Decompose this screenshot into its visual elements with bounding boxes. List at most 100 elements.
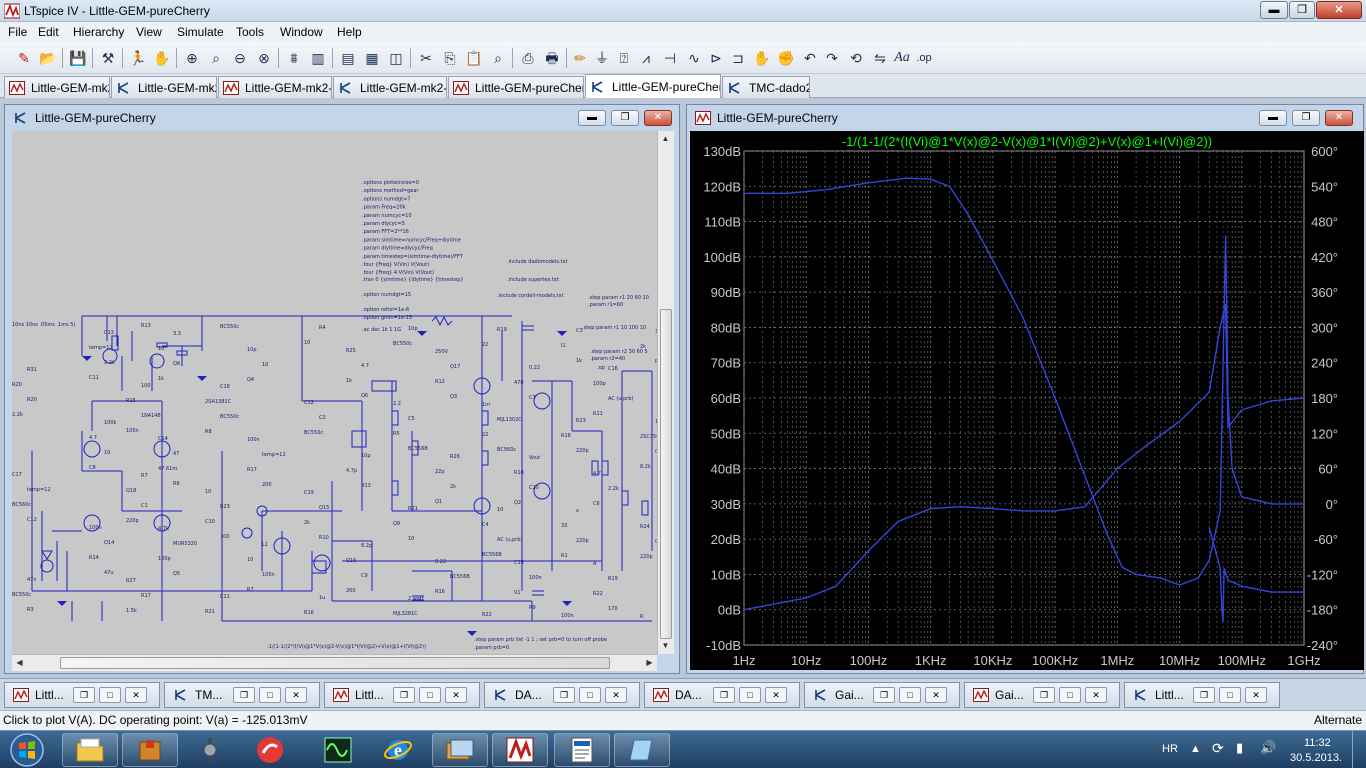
capacitor-icon[interactable]: ⊣ <box>660 48 680 68</box>
spice-directive[interactable]: .step param r1 10 100 10 <box>582 325 646 331</box>
waveform-restore-button[interactable]: ❐ <box>1292 110 1320 126</box>
maximize-button[interactable]: □ <box>579 687 601 703</box>
show-desktop-button[interactable] <box>1352 731 1366 768</box>
schematic-vertical-scrollbar[interactable]: ▲ ▼ <box>657 131 674 654</box>
fft-icon[interactable]: ▥ <box>308 48 328 68</box>
redo-icon[interactable]: ↷ <box>822 48 842 68</box>
start-button[interactable] <box>4 731 50 768</box>
resistor-icon[interactable]: ⩘ <box>636 48 656 68</box>
menu-edit[interactable]: Edit <box>34 24 63 40</box>
tile-vertical-icon[interactable]: ▦ <box>362 48 382 68</box>
taskbar-explorer-button[interactable] <box>62 733 118 767</box>
zoom-out-icon[interactable]: ⊖ <box>230 48 250 68</box>
text-icon[interactable]: Aa <box>892 48 912 68</box>
spice-directive[interactable]: .param Freq=20k <box>362 205 406 211</box>
minimize-button[interactable]: ▬ <box>1260 1 1288 19</box>
tab-tmc-dado2[interactable]: TMC-dado2 <box>722 76 810 98</box>
spice-directive[interactable]: .four {Freq} V(Vin) V(Vout) <box>362 262 429 268</box>
maximize-button[interactable]: □ <box>739 687 761 703</box>
taskbar-app-button[interactable] <box>614 733 670 767</box>
diode-icon[interactable]: ⊳ <box>706 48 726 68</box>
tab-little-gem-mk2[interactable]: Little-GEM-mk2 <box>4 76 110 98</box>
maximize-button[interactable]: □ <box>899 687 921 703</box>
restore-button[interactable]: ❐ <box>1289 1 1315 19</box>
schematic-restore-button[interactable]: ❐ <box>611 110 639 126</box>
chart-title[interactable]: -1/(1-1/(2*(I(Vi)@1*V(x)@2-V(x)@1*I(Vi)@… <box>842 134 1212 149</box>
spice-directive[interactable]: .step param prb list -1 1 ; set prb=0 to… <box>474 637 607 643</box>
maximize-button[interactable]: □ <box>259 687 281 703</box>
taskbar-app-button[interactable] <box>122 733 178 767</box>
minimized-window[interactable]: Gai... ❐ □ ✕ <box>804 682 960 708</box>
maximize-button[interactable]: □ <box>1059 687 1081 703</box>
tab-little-gem-mk2[interactable]: Little-GEM-mk2 <box>111 76 217 98</box>
waveform-minimize-button[interactable]: ▬ <box>1259 110 1287 126</box>
menu-help[interactable]: Help <box>333 24 366 40</box>
tray-expand-icon[interactable]: ▲ <box>1190 742 1201 756</box>
maximize-button[interactable]: □ <box>1219 687 1241 703</box>
copy-icon[interactable]: ⎘ <box>440 48 460 68</box>
print-preview-icon[interactable]: ⎙ <box>518 48 538 68</box>
spice-directive[interactable]: .include supertex.txt <box>507 277 559 283</box>
label-net-icon[interactable]: ⍰ <box>614 48 634 68</box>
clock-date[interactable]: 30.5.2013. <box>1290 751 1342 765</box>
restore-button[interactable]: ❐ <box>1033 687 1055 703</box>
spice-directive[interactable]: .param dlytime=dlycyc/Freq <box>362 246 433 252</box>
drag-icon[interactable]: ✊ <box>776 48 796 68</box>
draw-wire-icon[interactable]: ✏ <box>570 48 590 68</box>
scroll-down-button[interactable]: ▼ <box>658 638 673 653</box>
spice-directive[interactable]: .param r2=40 <box>590 356 625 362</box>
spice-directive[interactable]: .options plotwinsize=0 <box>362 180 419 186</box>
menu-simulate[interactable]: Simulate <box>173 24 228 40</box>
spice-directive[interactable]: .tran 0 {simtime} {dlytime} {timestep} <box>362 277 464 283</box>
minimized-window[interactable]: TM... ❐ □ ✕ <box>164 682 320 708</box>
close-button[interactable]: ✕ <box>1316 1 1362 19</box>
spice-directive-icon[interactable]: .op <box>914 48 934 68</box>
bode-chart[interactable]: -1/(1-1/(2*(I(Vi)@1*V(x)@2-V(x)@1*I(Vi)@… <box>690 131 1364 670</box>
run-icon[interactable]: 🏃 <box>128 48 148 68</box>
minimized-window[interactable]: Littl... ❐ □ ✕ <box>324 682 480 708</box>
menu-tools[interactable]: Tools <box>232 24 268 40</box>
spice-directive[interactable]: .option reltol=1e-6 <box>362 307 409 313</box>
spice-directive[interactable]: -1/(1-1/(2*(I(Vi)@1*V(x)@2-V(x)@1*I(Vi)@… <box>267 644 426 650</box>
tab-little-gem-purecherry[interactable]: Little-GEM-pureCherry <box>448 76 584 98</box>
restore-button[interactable]: ❐ <box>1193 687 1215 703</box>
volume-icon[interactable]: 🔊 <box>1260 741 1276 755</box>
ground-icon[interactable]: ⏚ <box>592 48 612 68</box>
open-icon[interactable]: 📂 <box>38 48 58 68</box>
inductor-icon[interactable]: ∿ <box>684 48 704 68</box>
spice-directive[interactable]: .ac dec 1k 1 1G <box>362 327 401 333</box>
network-icon[interactable]: ▮ <box>1236 741 1243 755</box>
schematic-canvas[interactable]: .options plotwinsize=0 .options method=ge… <box>12 131 657 654</box>
phase-trace[interactable] <box>743 303 1305 611</box>
spice-directive[interactable]: .param prb=0 <box>474 645 509 651</box>
zoom-fit-icon[interactable]: ⊗ <box>254 48 274 68</box>
halt-icon[interactable]: ✋ <box>152 48 172 68</box>
spice-directive[interactable]: .param timestep=(simtime-dlytime)/FFT <box>362 254 464 260</box>
schematic-minimize-button[interactable]: ▬ <box>578 110 606 126</box>
spice-directive[interactable]: .option gmin=1e-15 <box>362 315 412 321</box>
spice-directive[interactable]: .op <box>597 365 605 371</box>
menu-file[interactable]: File <box>4 24 31 40</box>
tab-little-gem-purecherry-active[interactable]: Little-GEM-pureCherry <box>585 74 721 98</box>
restore-button[interactable]: ❐ <box>553 687 575 703</box>
close-button[interactable]: ✕ <box>1245 687 1267 703</box>
schematic-close-button[interactable]: ✕ <box>644 110 672 126</box>
waveform-plot[interactable]: -1/(1-1/(2*(I(Vi)@1*V(x)@2-V(x)@1*I(Vi)@… <box>690 131 1364 670</box>
cascade-icon[interactable]: ◫ <box>386 48 406 68</box>
restore-button[interactable]: ❐ <box>873 687 895 703</box>
taskbar-app-button[interactable] <box>432 733 488 767</box>
minimized-window[interactable]: Littl... ❐ □ ✕ <box>4 682 160 708</box>
magnitude-trace[interactable] <box>744 177 1304 586</box>
horizontal-scroll-thumb[interactable] <box>60 657 610 669</box>
menu-hierarchy[interactable]: Hierarchy <box>69 24 128 40</box>
vertical-scroll-thumb[interactable] <box>660 309 672 639</box>
tab-little-gem-mk2-c[interactable]: Little-GEM-mk2-c <box>218 76 332 98</box>
pan-icon[interactable]: ⌕ <box>206 48 226 68</box>
spice-directive[interactable]: .four {Freq} 4 V(Vin) V(Vout) <box>362 270 434 276</box>
maximize-button[interactable]: □ <box>419 687 441 703</box>
minimized-window[interactable]: Gai... ❐ □ ✕ <box>964 682 1120 708</box>
undo-icon[interactable]: ↶ <box>800 48 820 68</box>
restore-button[interactable]: ❐ <box>393 687 415 703</box>
maximize-button[interactable]: □ <box>99 687 121 703</box>
mirror-icon[interactable]: ⇋ <box>870 48 890 68</box>
